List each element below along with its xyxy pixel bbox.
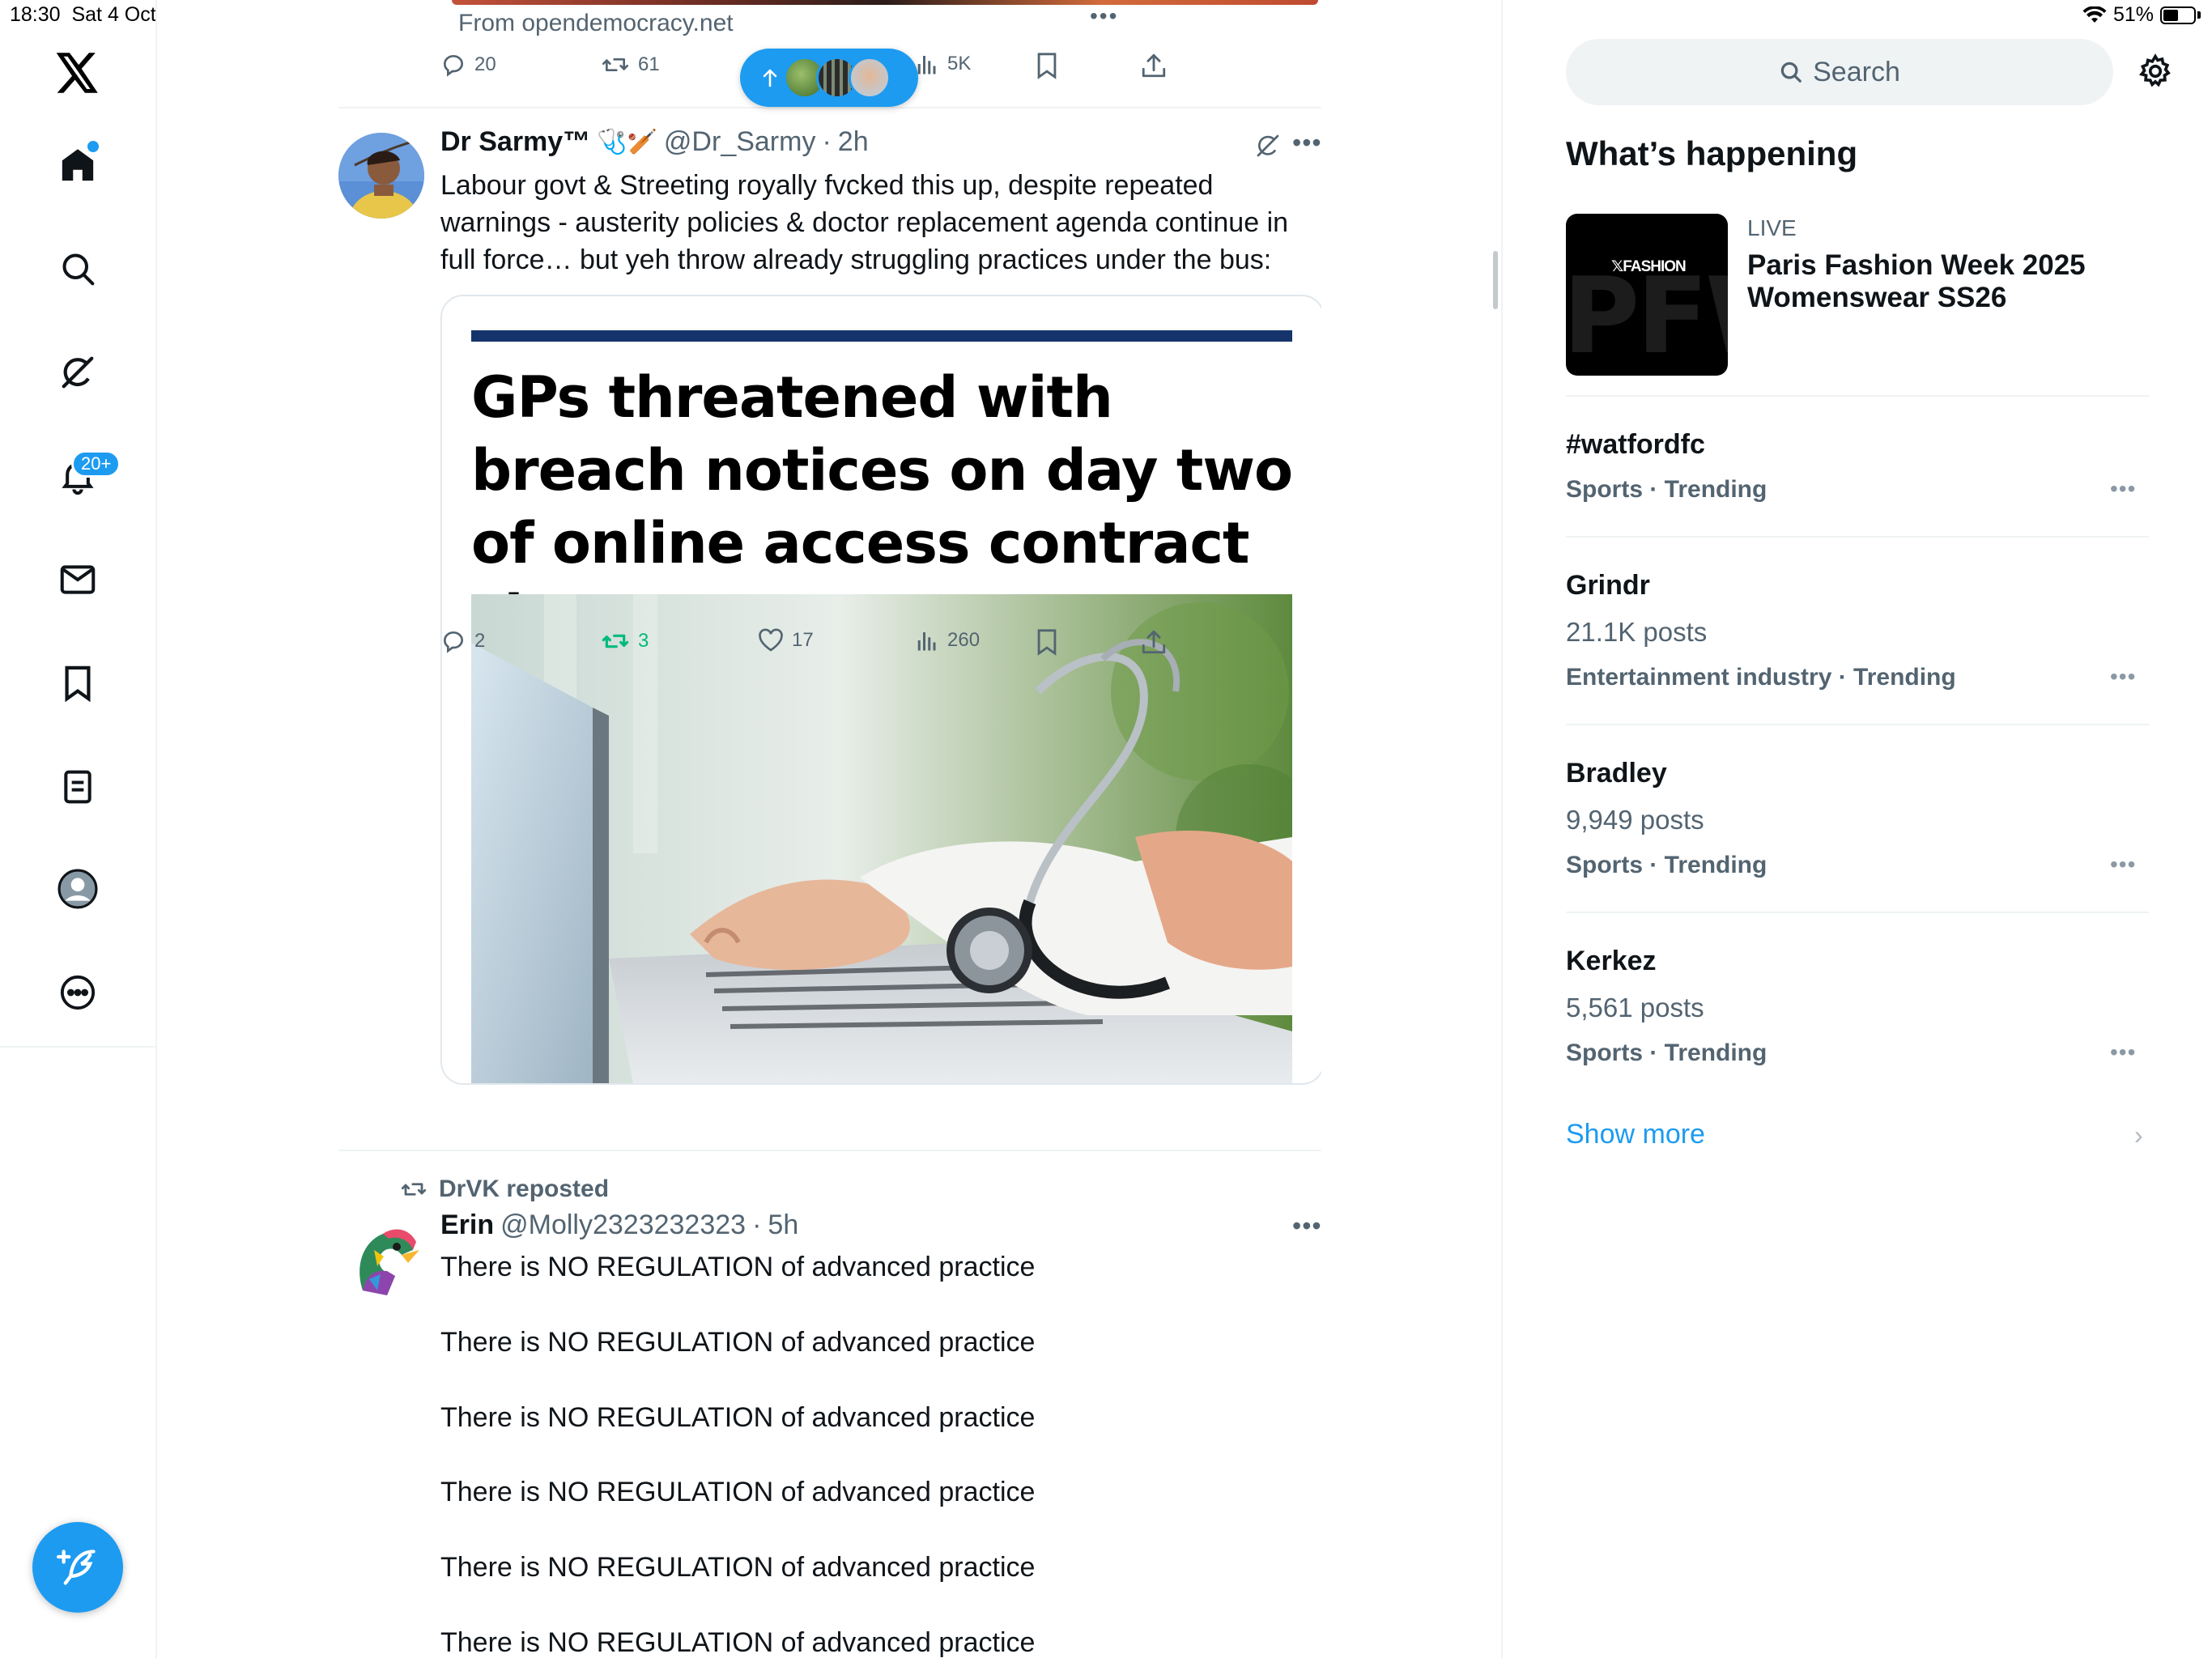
like-button[interactable]: 17 [758,628,814,653]
x-fashion-logo: 𝕏FASHION [1611,258,1687,275]
repost-button[interactable]: 3 [601,628,649,654]
card-header-bar [471,330,1292,342]
trend-name[interactable]: Kerkez [1566,946,1657,977]
trend-more-icon[interactable]: ••• [2110,1039,2136,1065]
chevron-right-icon: › [2134,1120,2143,1150]
x-logo-icon[interactable] [45,40,110,105]
tweet-time[interactable]: 2h [838,126,869,158]
reposted-by[interactable]: DrVK reposted [400,1175,609,1203]
link-source[interactable]: From opendemocracy.net [458,10,734,37]
like-count: 17 [792,629,814,651]
grok-tweet-icon[interactable] [1255,133,1281,159]
tweet-time[interactable]: 5h [768,1209,798,1241]
avatar-erin[interactable] [338,1218,424,1303]
compose-button[interactable] [32,1522,123,1613]
tweet-more-icon[interactable]: ••• [1292,1211,1321,1241]
trend-name[interactable]: Grindr [1566,570,1650,602]
bookmark-button[interactable] [1035,628,1059,656]
repost-icon [401,1183,427,1196]
tweet-text-line: There is NO REGULATION of advanced pract… [440,1252,1036,1282]
link-card[interactable]: GPs threatened with breach notices on da… [440,295,1321,1085]
trend-more-icon[interactable]: ••• [2110,476,2136,502]
reply-button[interactable]: 20 [440,52,496,78]
trend-name[interactable]: #watfordfc [1566,429,1705,461]
battery-icon [2160,6,2196,24]
left-navigation: 20+ [0,0,157,1658]
live-event-thumbnail[interactable]: PFW 𝕏FASHION [1566,214,1728,376]
trend-posts: 21.1K posts [1566,617,1708,647]
tweet-text-line: There is NO REGULATION of advanced pract… [440,1402,1036,1433]
search-icon [1780,62,1802,83]
views-button[interactable]: 260 [915,628,980,653]
whats-happening-title: What’s happening [1566,134,1858,172]
more-icon[interactable] [45,960,110,1025]
tweet-actions: 2 3 17 260 [440,628,1250,669]
repost-count: 3 [638,630,649,652]
tweet-text-line: There is NO REGULATION of advanced pract… [440,1552,1036,1583]
battery-percent: 51% [2112,3,2154,26]
tweet-header: Dr Sarmy™ 🩺🏏 @Dr_Sarmy · 2h [440,126,869,158]
reply-count: 20 [474,53,496,75]
reposted-by-label: DrVK reposted [439,1175,610,1202]
arrow-up-icon [763,69,777,87]
view-count: 260 [947,629,981,651]
wifi-icon [2082,6,2107,24]
media-more-icon[interactable]: ••• [1090,3,1118,29]
reply-count: 2 [474,630,486,652]
status-right: 51% [2082,3,2201,27]
trend-posts: 5,561 posts [1566,993,1704,1022]
tweet-text-line: There is NO REGULATION of advanced pract… [440,1327,1036,1358]
live-label: LIVE [1747,215,1797,240]
settings-gear-icon[interactable] [2138,53,2173,89]
search-placeholder: Search [1813,56,1900,87]
tweet-header: Erin @Molly2323232323 · 5h [440,1209,799,1241]
pill-avatar [849,57,891,99]
view-count: 5K [947,53,972,74]
tweet-more-icon[interactable]: ••• [1292,128,1321,158]
tweet-text-line: There is NO REGULATION of advanced pract… [440,1627,1036,1658]
trend-meta: Sports · Trending [1566,852,1767,878]
author-name[interactable]: Erin [440,1209,494,1241]
repost-button[interactable]: 61 [601,52,660,78]
tweet-text-line: There is NO REGULATION of advanced pract… [440,1477,1036,1507]
lists-icon[interactable] [45,755,110,819]
trend-more-icon[interactable]: ••• [2110,852,2136,878]
trend-name[interactable]: Bradley [1566,758,1667,789]
trend-more-icon[interactable]: ••• [2110,664,2136,690]
search-input[interactable]: Search [1566,39,2113,105]
timeline: ••• From opendemocracy.net 20 61 5K Dr S… [338,0,1321,1658]
trend-meta: Sports · Trending [1566,1039,1767,1066]
views-button[interactable]: 5K [915,52,971,76]
grok-icon[interactable] [45,340,110,405]
author-emoji: 🩺🏏 [597,129,657,155]
show-more-link[interactable]: Show more [1566,1119,1705,1150]
new-posts-pill[interactable] [740,49,918,107]
share-button[interactable] [1140,628,1168,656]
trend-posts: 9,949 posts [1566,805,1704,835]
bookmarks-icon[interactable] [45,651,110,716]
trend-meta: Sports · Trending [1566,476,1767,503]
messages-icon[interactable] [45,547,110,612]
notifications-badge: 20+ [71,450,121,478]
profile-icon[interactable] [45,857,110,921]
share-button[interactable] [1140,52,1168,79]
author-handle[interactable]: @Dr_Sarmy [664,126,816,158]
trend-meta: Entertainment industry · Trending [1566,664,1956,691]
avatar-dr-sarmy[interactable] [338,133,424,219]
live-event-title[interactable]: Paris Fashion Week 2025 Womenswear SS26 [1747,249,2120,314]
prev-tweet-image-edge [452,0,1318,5]
explore-icon[interactable] [45,236,110,301]
tweet-text: Labour govt & Streeting royally fvcked t… [440,170,1289,275]
bookmark-button[interactable] [1035,52,1059,79]
home-unread-dot [86,139,100,154]
author-handle[interactable]: @Molly2323232323 [500,1209,746,1241]
author-name[interactable]: Dr Sarmy™ [440,126,590,158]
home-icon[interactable] [45,133,110,198]
reply-button[interactable]: 2 [440,628,485,654]
scrollbar[interactable] [1493,251,1498,309]
repost-count: 61 [638,53,660,75]
